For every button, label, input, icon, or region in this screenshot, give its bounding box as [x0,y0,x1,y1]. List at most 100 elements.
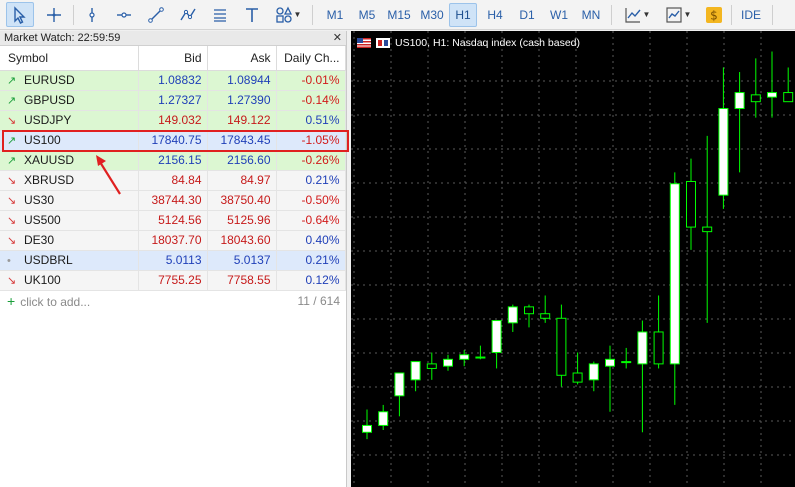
chart-type-dropdown-button[interactable]: ▼ [617,2,657,27]
add-symbol-row[interactable]: + click to add... 11 / 614 [0,291,346,311]
indicators-dropdown-button[interactable]: ▼ [658,2,698,27]
column-header-symbol[interactable]: Symbol [0,46,139,71]
timeframe-h4[interactable]: H4 [480,3,510,27]
vertical-line-button[interactable] [78,2,106,27]
timeframe-d1[interactable]: D1 [512,3,542,27]
candle[interactable] [362,409,372,440]
timeframe-m1[interactable]: M1 [320,3,350,27]
market-button[interactable]: $ [703,2,725,27]
candle-body [605,358,615,367]
candle-body [718,108,729,196]
market-watch-row-us30[interactable]: ↘ US30 38744.30 38750.40 -0.50% [0,190,346,211]
ask-cell: 38750.40 [207,190,277,211]
symbol-cell[interactable]: ↗ EURUSD [0,70,139,91]
cursor-tool-button[interactable] [6,2,34,27]
market-watch-row-usdbrl[interactable]: • USDBRL 5.0113 5.0137 0.21% [0,250,346,271]
symbol-cell[interactable]: ↘ DE30 [0,230,139,251]
symbol-cell[interactable]: ↘ US500 [0,210,139,231]
market-watch-row-xbrusd[interactable]: ↘ XBRUSD 84.84 84.97 0.21% [0,170,346,191]
text-tool-button[interactable] [238,2,266,27]
candle[interactable] [734,72,745,173]
market-watch-row-de30[interactable]: ↘ DE30 18037.70 18043.60 0.40% [0,230,346,251]
candle[interactable] [572,352,583,385]
chart-window[interactable]: US100, H1: Nasdaq index (cash based) [351,31,795,487]
bid-cell: 38744.30 [138,190,208,211]
polyline-button[interactable] [174,2,202,27]
daily-change-cell: -1.05% [276,130,346,151]
candle[interactable] [459,350,470,367]
arrow-up-icon: ↗ [7,95,17,107]
market-watch-row-gbpusd[interactable]: ↗ GBPUSD 1.27327 1.27390 -0.14% [0,90,346,111]
market-watch-row-eurusd[interactable]: ↗ EURUSD 1.08832 1.08944 -0.01% [0,70,346,91]
toolbar-separator [312,5,313,25]
candle-body [588,363,599,381]
timeframe-mn[interactable]: MN [576,3,606,27]
crosshair-icon [47,7,61,22]
timeframe-w1[interactable]: W1 [544,3,574,27]
chevron-down-icon: ▼ [642,10,651,19]
fibonacci-button[interactable] [206,2,234,27]
market-watch-row-xauusd[interactable]: ↗ XAUUSD 2156.15 2156.60 -0.26% [0,150,346,171]
symbol-cell[interactable]: • USDBRL [0,250,139,271]
candle[interactable] [524,304,534,328]
candlestick-chart[interactable] [351,31,795,487]
candle-body [475,356,486,359]
market-watch-row-us100[interactable]: ↗ US100 17840.75 17843.45 -1.05% [0,130,346,151]
symbol-name: UK100 [24,273,61,287]
candle[interactable] [621,347,632,369]
timeframe-h1[interactable]: H1 [449,3,477,27]
symbol-cell[interactable]: ↗ US100 [0,130,139,151]
trendline-button[interactable] [142,2,170,27]
candle[interactable] [750,58,761,118]
candle[interactable] [491,320,502,369]
timeframe-m5[interactable]: M5 [352,3,382,27]
candle[interactable] [540,295,551,323]
arrow-down-icon: ↘ [7,115,17,127]
candle[interactable] [475,345,486,360]
bid-cell: 84.84 [138,170,208,191]
daily-change-cell: -0.14% [276,90,346,111]
symbol-cell[interactable]: ↘ UK100 [0,270,139,291]
market-watch-row-uk100[interactable]: ↘ UK100 7755.25 7758.55 0.12% [0,270,346,291]
candle[interactable] [378,404,389,430]
symbol-cell[interactable]: ↘ USDJPY [0,110,139,131]
symbol-name: US500 [24,213,61,227]
ide-button[interactable]: IDE [736,3,766,27]
arrow-down-icon: ↘ [7,175,17,187]
market-watch-row-us500[interactable]: ↘ US500 5124.56 5125.96 -0.64% [0,210,346,231]
candle[interactable] [556,304,567,387]
candle[interactable] [718,67,729,209]
candle[interactable] [507,304,518,332]
candle[interactable] [443,354,453,371]
candle[interactable] [686,158,696,250]
candle[interactable] [702,135,713,323]
close-icon[interactable]: ✕ [333,31,342,46]
column-header-daily-change[interactable]: Daily Ch... [276,46,346,71]
shapes-dropdown-button[interactable]: ▼ [270,2,306,27]
symbol-cell[interactable]: ↘ XBRUSD [0,170,139,191]
candle[interactable] [426,352,437,380]
symbol-cell[interactable]: ↗ GBPUSD [0,90,139,111]
candle[interactable] [394,372,405,417]
candle[interactable] [653,295,664,369]
column-header-bid[interactable]: Bid [138,46,208,71]
timeframe-m15[interactable]: M15 [383,3,415,27]
candle[interactable] [767,51,777,118]
candle[interactable] [588,361,599,392]
timeframe-m30[interactable]: M30 [416,3,448,27]
candle[interactable] [637,320,648,433]
candle-body [750,94,761,103]
market-watch-table: Symbol Bid Ask Daily Ch... ↗ EURUSD 1.0883… [0,46,346,291]
chart-title: US100, H1: Nasdaq index (cash based) [395,37,581,49]
ask-cell: 2156.60 [207,150,277,171]
crosshair-tool-button[interactable] [40,2,68,27]
horizontal-line-button[interactable] [110,2,138,27]
daily-change-cell: 0.40% [276,230,346,251]
market-watch-row-usdjpy[interactable]: ↘ USDJPY 149.032 149.122 0.51% [0,110,346,131]
column-header-ask[interactable]: Ask [207,46,277,71]
candle[interactable] [669,172,680,405]
main-toolbar: ▼ M1 M5 M15 M30 H1 H4 D1 W1 MN ▼ ▼ $ IDE [0,0,795,30]
symbol-cell[interactable]: ↗ XAUUSD [0,150,139,171]
candle[interactable] [783,67,794,103]
symbol-cell[interactable]: ↘ US30 [0,190,139,211]
